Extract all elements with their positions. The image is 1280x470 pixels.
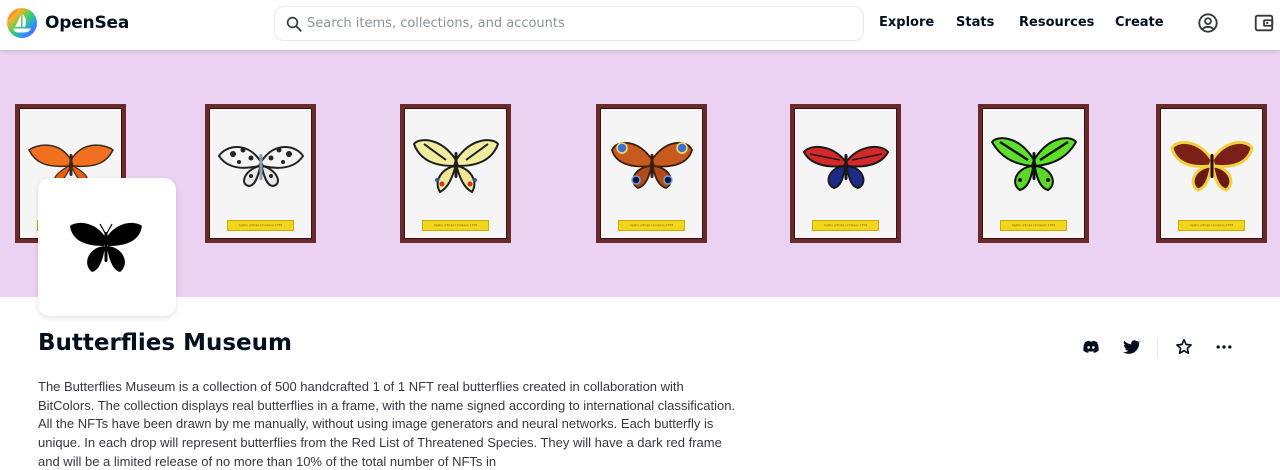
swallowtail-butterfly-image [412,139,500,194]
name-plate: Aglais urticae Linnaeus 1758 [1000,220,1067,231]
name-plate: Aglais urticae Linnaeus 1758 [812,220,879,231]
name-plate: Aglais urticae Linnaeus 1758 [422,220,489,231]
search-input[interactable] [307,8,847,39]
search-icon [286,16,302,32]
nav-resources[interactable]: Resources [1019,15,1094,30]
peacock-butterfly-image [611,142,693,189]
green-birdwing-butterfly-image [990,137,1078,192]
nav-explore[interactable]: Explore [879,15,934,30]
collection-avatar[interactable] [38,178,176,316]
collection-banner: Aglais urticae Linnaeus 1758 Aglais urti… [0,50,1280,297]
name-plate: Aglais urticae Linnaeus 1758 [227,220,294,231]
collection-description: The Butterflies Museum is a collection o… [38,379,736,469]
nav-create[interactable]: Create [1115,15,1164,30]
butterfly-frame: Aglais urticae Linnaeus 1758 [1156,104,1267,243]
name-plate: Aglais urticae Linnaeus 1758 [1178,220,1245,231]
mourning-cloak-butterfly-image [1170,140,1254,192]
nav-stats[interactable]: Stats [956,15,994,30]
account-icon[interactable] [1197,12,1219,34]
butterfly-frame: Aglais urticae Linnaeus 1758 [596,104,707,243]
opensea-logo-icon[interactable] [7,8,37,38]
butterfly-frame: Aglais urticae Linnaeus 1758 [790,104,901,243]
name-plate: Aglais urticae Linnaeus 1758 [618,220,685,231]
butterfly-frame: Aglais urticae Linnaeus 1758 [400,104,511,243]
black-white-butterfly-image [217,146,305,188]
top-navbar: OpenSea Explore Stats Resources Create [0,0,1280,50]
butterfly-frame: Aglais urticae Linnaeus 1758 [978,104,1089,243]
red-blue-butterfly-image [802,145,890,190]
discord-icon[interactable] [1081,337,1101,357]
actions-divider [1157,338,1158,358]
more-icon[interactable] [1214,337,1234,357]
star-icon[interactable] [1174,337,1194,357]
wallet-icon[interactable] [1253,12,1275,34]
butterfly-frame: Aglais urticae Linnaeus 1758 [205,104,316,243]
butterfly-silhouette-icon [70,222,142,272]
brand-name[interactable]: OpenSea [45,13,129,33]
twitter-icon[interactable] [1121,337,1141,357]
search-bar[interactable] [274,6,864,41]
collection-title: Butterflies Museum [38,330,292,356]
